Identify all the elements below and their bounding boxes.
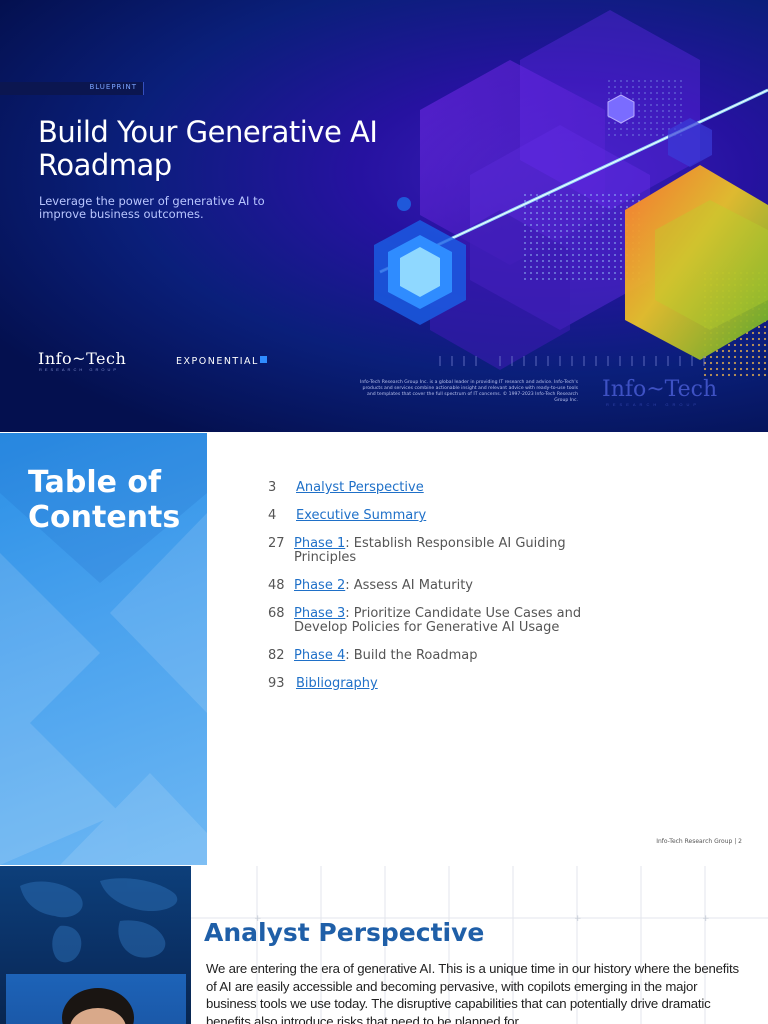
toc-link-phase-3[interactable]: Phase 3 [294, 606, 345, 621]
toc-page-footer: Info-Tech Research Group | 2 [656, 838, 742, 845]
toc-link-executive-summary[interactable]: Executive Summary [296, 508, 426, 523]
toc-link-phase-1[interactable]: Phase 1 [294, 536, 345, 551]
cover-title: Build Your Generative AI Roadmap [38, 115, 378, 182]
svg-text:+: + [702, 914, 710, 924]
toc-page-number: 4 [268, 508, 277, 523]
blueprint-badge: BLUEPRINT [0, 82, 144, 95]
infotech-logo: Info~Tech [38, 349, 127, 368]
toc-page-number: 82 [268, 648, 285, 663]
toc-sidebar: Table of Contents [0, 433, 207, 865]
cover-subtitle: Leverage the power of generative AI to i… [39, 194, 265, 221]
toc-heading: Table of Contents [28, 465, 181, 535]
svg-text:+: + [574, 914, 582, 924]
exponential-logo-text: EXPONENTIAL [176, 356, 259, 367]
toc-page-number: 68 [268, 606, 285, 621]
analyst-side-panel [0, 866, 191, 1024]
analyst-perspective-slide: + + + Analyst Perspective We are entering … [0, 866, 768, 1024]
toc-link-phase-4[interactable]: Phase 4 [294, 648, 345, 663]
toc-link-analyst-perspective[interactable]: Analyst Perspective [296, 480, 424, 495]
infotech-watermark-logo: Info~Tech [602, 377, 718, 402]
toc-link-bibliography[interactable]: Bibliography [296, 676, 378, 691]
analyst-portrait [62, 988, 134, 1024]
legal-notice: Info-Tech Research Group Inc. is a globa… [360, 380, 578, 403]
exponential-logo: EXPONENTIAL [176, 356, 267, 367]
infotech-logo-tagline: RESEARCH GROUP [39, 367, 120, 372]
toc-page-number: 93 [268, 676, 285, 691]
toc-page-number: 3 [268, 480, 277, 495]
toc-item-description: : Assess AI Maturity [345, 578, 473, 593]
toc-page-number: 27 [268, 536, 285, 551]
toc-item-description: : Build the Roadmap [345, 648, 478, 663]
infotech-watermark-tagline: RESEARCH GROUP [606, 402, 701, 407]
analyst-photo [6, 974, 186, 1024]
analyst-perspective-body: We are entering the era of generative AI… [206, 961, 739, 1024]
toc-link-phase-2[interactable]: Phase 2 [294, 578, 345, 593]
cover-slide: BLUEPRINT Build Your Generative AI Roadm… [0, 0, 768, 432]
blueprint-badge-label: BLUEPRINT [89, 83, 137, 91]
toc-slide: Table of Contents 3 Analyst Perspective … [0, 433, 768, 865]
toc-page-number: 48 [268, 578, 285, 593]
analyst-perspective-title: Analyst Perspective [204, 918, 485, 947]
exponential-logo-icon [259, 356, 267, 363]
